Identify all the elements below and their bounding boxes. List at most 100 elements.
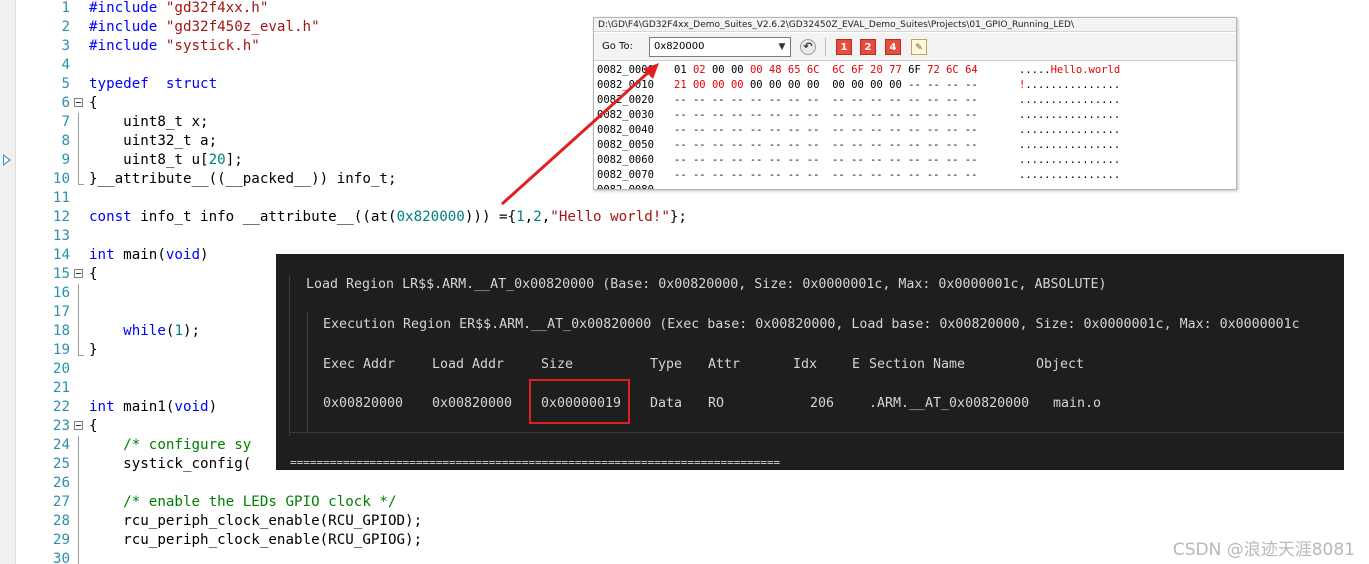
code-text: #include "gd32f450z_eval.h" (89, 19, 320, 35)
memory-row[interactable]: 0082_0080 -- -- -- -- -- -- -- -- -- -- -… (594, 183, 1236, 190)
load-region-line: Load Region LR$$.ARM.__AT_0x00820000 (Ba… (306, 277, 1107, 292)
chevron-down-icon[interactable]: ▼ (776, 40, 788, 54)
code-line[interactable]: 30 (0, 550, 1369, 564)
memory-address: 0082_0050 (597, 139, 654, 151)
code-line[interactable]: 26 (0, 474, 1369, 493)
go-back-icon[interactable]: ↶ (800, 39, 816, 55)
memory-ascii: ................ (1019, 154, 1121, 166)
memory-bytes: 21 00 00 00 00 00 00 00 00 00 00 00 -- -… (674, 79, 978, 91)
memory-bytes: -- -- -- -- -- -- -- -- -- -- -- -- -- -… (674, 109, 978, 121)
memory-ascii: ................ (1019, 169, 1121, 181)
memory-row[interactable]: 0082_0040 -- -- -- -- -- -- -- -- -- -- -… (594, 123, 1236, 138)
code-line[interactable]: 28 rcu_periph_clock_enable(RCU_GPIOD); (0, 512, 1369, 531)
code-text: { (89, 418, 98, 434)
map-file-panel[interactable]: Load Region LR$$.ARM.__AT_0x00820000 (Ba… (276, 254, 1344, 470)
memory-row[interactable]: 0082_0050 -- -- -- -- -- -- -- -- -- -- -… (594, 138, 1236, 153)
header-object: Object (1036, 357, 1085, 372)
display-4-byte-button[interactable]: 4 (885, 39, 901, 55)
edit-memory-icon[interactable]: ✎ (911, 39, 927, 55)
memory-window-path: D:\GD\F4\GD32F4xx_Demo_Suites_V2.6.2\GD3… (594, 18, 1236, 32)
fold-toggle-icon[interactable] (74, 98, 83, 107)
memory-bytes: -- -- -- -- -- -- -- -- -- -- -- -- -- -… (674, 154, 978, 166)
row-load-addr: 0x00820000 (432, 396, 513, 411)
memory-toolbar: Go To: 0x820000 ▼ ↶ 1 2 4 ✎ (594, 33, 1236, 61)
code-line[interactable]: 29 rcu_periph_clock_enable(RCU_GPIOG); (0, 531, 1369, 550)
code-line[interactable]: 27 /* enable the LEDs GPIO clock */ (0, 493, 1369, 512)
code-text: uint8_t u[20]; (89, 152, 243, 168)
memory-ascii: ................ (1019, 94, 1121, 106)
memory-ascii: .....Hello.world (1019, 64, 1121, 76)
memory-address: 0082_0040 (597, 124, 654, 136)
memory-address: 0082_0080 (597, 184, 654, 190)
code-text: uint8_t x; (89, 114, 209, 130)
memory-row[interactable]: 0082_0010 21 00 00 00 00 00 00 00 00 00 0… (594, 78, 1236, 93)
line-number: 1 (61, 0, 70, 16)
line-number: 18 (52, 323, 70, 339)
code-text: }__attribute__((__packed__)) info_t; (89, 171, 397, 187)
line-number: 19 (52, 342, 70, 358)
memory-ascii: !............... (1019, 79, 1121, 91)
fold-toggle-icon[interactable] (74, 421, 83, 430)
code-text: uint32_t a; (89, 133, 218, 149)
memory-bytes: -- -- -- -- -- -- -- -- -- -- -- -- -- -… (674, 184, 978, 190)
line-number: 7 (61, 114, 70, 130)
line-number: 22 (52, 399, 70, 415)
line-number: 25 (52, 456, 70, 472)
line-number: 11 (52, 190, 70, 206)
fold-guide-end (78, 355, 84, 356)
line-number: 6 (61, 95, 70, 111)
memory-address: 0082_0020 (597, 94, 654, 106)
memory-row[interactable]: 0082_0070 -- -- -- -- -- -- -- -- -- -- -… (594, 168, 1236, 183)
memory-bytes: -- -- -- -- -- -- -- -- -- -- -- -- -- -… (674, 94, 978, 106)
fold-toggle-icon[interactable] (74, 269, 83, 278)
code-text: #include "systick.h" (89, 38, 260, 54)
fold-guide (78, 284, 79, 356)
execution-region-line: Execution Region ER$$.ARM.__AT_0x0082000… (323, 317, 1300, 332)
code-text: int main1(void) (89, 399, 218, 415)
line-number: 30 (52, 551, 70, 564)
code-line[interactable]: 11 (0, 189, 1369, 208)
toolbar-separator (825, 38, 826, 56)
code-line[interactable]: 1 #include "gd32f4xx.h" (0, 0, 1369, 18)
line-number: 27 (52, 494, 70, 510)
memory-ascii: ................ (1019, 109, 1121, 121)
line-number: 21 (52, 380, 70, 396)
display-2-byte-button[interactable]: 2 (860, 39, 876, 55)
line-number: 13 (52, 228, 70, 244)
code-line[interactable]: 12 const info_t info __attribute__((at(0x… (0, 208, 1369, 227)
code-text: rcu_periph_clock_enable(RCU_GPIOD); (89, 513, 423, 529)
line-number: 20 (52, 361, 70, 377)
display-1-byte-button[interactable]: 1 (836, 39, 852, 55)
line-number: 28 (52, 513, 70, 529)
header-idx: Idx (793, 357, 818, 372)
header-type: Type (650, 357, 683, 372)
line-number: 3 (61, 38, 70, 54)
row-idx: 206 (810, 396, 835, 411)
fold-guide (78, 436, 79, 564)
row-exec-addr: 0x00820000 (323, 396, 404, 411)
goto-address-input[interactable]: 0x820000 ▼ (649, 37, 791, 57)
line-number: 2 (61, 19, 70, 35)
code-text: typedef struct (89, 76, 218, 92)
memory-row[interactable]: 0082_0060 -- -- -- -- -- -- -- -- -- -- -… (594, 153, 1236, 168)
map-divider (289, 432, 1344, 433)
memory-row[interactable]: 0082_0020 -- -- -- -- -- -- -- -- -- -- -… (594, 93, 1236, 108)
memory-window[interactable]: D:\GD\F4\GD32F4xx_Demo_Suites_V2.6.2\GD3… (593, 17, 1237, 190)
memory-address: 0082_0030 (597, 109, 654, 121)
code-text: int main(void) (89, 247, 209, 263)
watermark: CSDN @浪迹天涯8081 (1172, 540, 1355, 560)
header-attr: Attr (708, 357, 741, 372)
indent-guide (289, 276, 290, 436)
code-text: } (89, 342, 98, 358)
header-size: Size (541, 357, 574, 372)
code-text: { (89, 95, 98, 111)
row-attr: RO (708, 396, 725, 411)
memory-ascii: ................ (1019, 184, 1121, 190)
header-section-name: Section Name (869, 357, 966, 372)
line-number: 23 (52, 418, 70, 434)
line-number: 24 (52, 437, 70, 453)
separator-line: ========================================… (290, 456, 781, 469)
memory-row[interactable]: 0082_0000 01 02 00 00 00 48 65 6C 6C 6F 2… (594, 63, 1236, 78)
memory-row[interactable]: 0082_0030 -- -- -- -- -- -- -- -- -- -- -… (594, 108, 1236, 123)
code-line[interactable]: 13 (0, 227, 1369, 246)
